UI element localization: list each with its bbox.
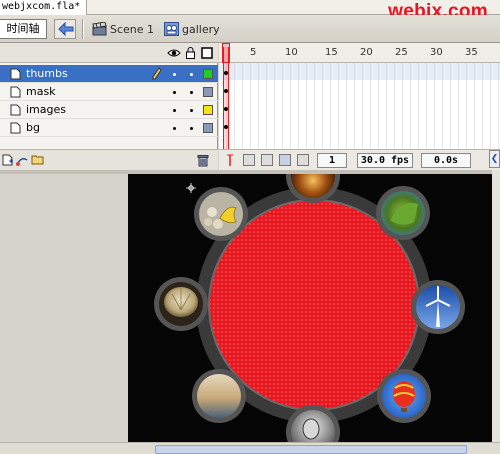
ruler-tick-label: 10 [285, 47, 298, 58]
layers-header [0, 43, 218, 63]
current-frame-field: 1 [317, 153, 347, 168]
back-button[interactable] [54, 19, 76, 39]
insert-layer-folder-icon[interactable] [31, 153, 45, 166]
thumb-yellow-lizard[interactable] [194, 187, 248, 241]
vertical-scrollbar[interactable] [492, 170, 500, 442]
breadcrumb-gallery[interactable]: gallery [164, 22, 224, 38]
layer-page-icon [10, 68, 21, 80]
center-frame-icon[interactable] [225, 154, 235, 167]
lock-dot[interactable] [190, 91, 193, 94]
layer-row-mask[interactable]: mask [0, 83, 218, 101]
layers-panel: thumbs mask images bg [0, 43, 218, 170]
layer-page-icon [10, 122, 21, 134]
ruler-tick-label: 15 [325, 47, 338, 58]
layer-row-images[interactable]: images [0, 101, 218, 119]
visibility-dot[interactable] [173, 127, 176, 130]
visibility-dot[interactable] [173, 73, 176, 76]
layers-footer [0, 149, 218, 170]
frame-rate-field[interactable]: 30.0 fps [357, 153, 413, 168]
ruler-tick-label: 30 [430, 47, 443, 58]
thumb-wind-turbine[interactable] [411, 280, 465, 334]
outline-color-box[interactable] [203, 123, 213, 133]
layer-row-thumbs[interactable]: thumbs [0, 65, 218, 83]
frame-ruler[interactable]: 5 10 15 20 25 30 35 [219, 43, 500, 63]
breadcrumb-scene-label: Scene 1 [110, 23, 155, 36]
eye-icon[interactable] [167, 47, 181, 59]
registration-mark [186, 183, 196, 193]
outline-square-icon[interactable] [201, 47, 213, 59]
document-tab[interactable]: webjxcom.fla* [0, 0, 88, 15]
frames-footer: 1 30.0 fps 0.0s [219, 149, 500, 170]
separator [82, 19, 84, 39]
edit-multiple-frames-icon[interactable] [279, 154, 291, 166]
elapsed-time-field: 0.0s [421, 153, 471, 168]
timeline-scroll-left-button[interactable]: ❮ [489, 150, 500, 168]
onion-skin-outlines-icon[interactable] [261, 154, 273, 166]
outline-color-box[interactable] [203, 105, 213, 115]
thumb-sea-urchin[interactable] [154, 277, 208, 331]
outline-color-box[interactable] [203, 87, 213, 97]
lock-dot[interactable] [190, 127, 193, 130]
pencil-icon [152, 67, 162, 80]
thumb-sea-sunset[interactable] [192, 369, 246, 423]
onion-skin-icon[interactable] [243, 154, 255, 166]
ruler-tick-label: 5 [250, 47, 257, 58]
visibility-dot[interactable] [173, 109, 176, 112]
layer-name: mask [26, 85, 56, 98]
stage[interactable] [128, 174, 492, 442]
movieclip-symbol-icon [164, 22, 179, 36]
frames-area: 5 10 15 20 25 30 35 1 30.0 fps 0.0s [219, 43, 500, 170]
ruler-tick-label: 20 [360, 47, 373, 58]
lock-dot[interactable] [190, 109, 193, 112]
ruler-tick-label: 35 [465, 47, 478, 58]
back-arrow-icon [58, 22, 74, 36]
horizontal-scrollbar-thumb[interactable] [155, 445, 467, 454]
keyframe[interactable] [224, 125, 228, 129]
layer-row-bg[interactable]: bg [0, 119, 218, 137]
ruler-tick-label: 25 [395, 47, 408, 58]
scene-clapper-icon [92, 22, 107, 36]
trash-icon[interactable] [197, 154, 209, 167]
lock-icon[interactable] [185, 47, 196, 59]
layer-page-icon [10, 104, 21, 116]
selected-layer-frames[interactable] [219, 63, 500, 80]
visibility-dot[interactable] [173, 91, 176, 94]
keyframe[interactable] [224, 89, 228, 93]
breadcrumb-gallery-label: gallery [182, 23, 220, 36]
insert-layer-icon[interactable] [2, 154, 14, 167]
document-tab-strip: webjxcom.fla* webjx.com [0, 0, 500, 22]
outline-color-box[interactable] [203, 69, 213, 79]
modify-onion-markers-icon[interactable] [297, 154, 309, 166]
add-motion-guide-icon[interactable] [15, 154, 29, 167]
thumb-hot-air-balloon[interactable] [377, 369, 431, 423]
playhead[interactable] [223, 47, 229, 149]
frame-grid[interactable] [219, 63, 500, 149]
stage-canvas [154, 174, 465, 442]
breadcrumb-scene[interactable]: Scene 1 [92, 22, 154, 38]
horizontal-scrollbar[interactable] [0, 442, 500, 454]
layer-page-icon [10, 86, 21, 98]
keyframe[interactable] [224, 71, 228, 75]
edit-bar: 时间轴 Scene 1 gallery [0, 15, 500, 43]
layer-name: thumbs [26, 67, 68, 80]
thumb-green-fabric[interactable] [376, 186, 430, 240]
keyframe[interactable] [224, 107, 228, 111]
timeline-toggle-button[interactable]: 时间轴 [0, 19, 47, 39]
lock-dot[interactable] [190, 73, 193, 76]
layer-name: bg [26, 121, 40, 134]
layer-name: images [26, 103, 66, 116]
